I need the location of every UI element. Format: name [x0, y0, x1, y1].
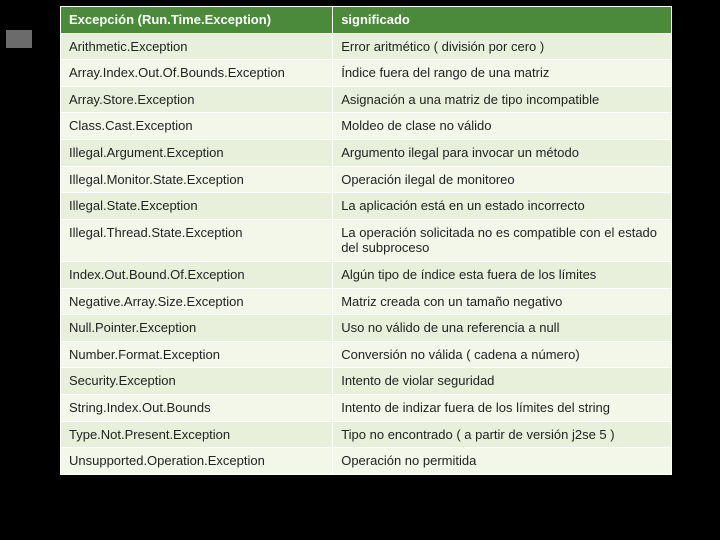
cell-meaning: Índice fuera del rango de una matriz [333, 60, 672, 87]
cell-exception: Array.Store.Exception [61, 86, 333, 113]
table-header-row: Excepción (Run.Time.Exception) significa… [61, 7, 672, 34]
cell-meaning: Error aritmético ( división por cero ) [333, 33, 672, 60]
table-row: Class.Cast.Exception Moldeo de clase no … [61, 113, 672, 140]
cell-exception: Negative.Array.Size.Exception [61, 288, 333, 315]
decorative-bar [6, 30, 32, 48]
table-row: Arithmetic.Exception Error aritmético ( … [61, 33, 672, 60]
cell-meaning: Uso no válido de una referencia a null [333, 315, 672, 342]
cell-meaning: Algún tipo de índice esta fuera de los l… [333, 261, 672, 288]
cell-exception: Class.Cast.Exception [61, 113, 333, 140]
header-meaning: significado [333, 7, 672, 34]
table-row: Illegal.State.Exception La aplicación es… [61, 193, 672, 220]
cell-exception: Unsupported.Operation.Exception [61, 448, 333, 475]
cell-exception: Type.Not.Present.Exception [61, 421, 333, 448]
table-row: Array.Index.Out.Of.Bounds.Exception Índi… [61, 60, 672, 87]
cell-meaning: Conversión no válida ( cadena a número) [333, 341, 672, 368]
table-row: Null.Pointer.Exception Uso no válido de … [61, 315, 672, 342]
table-row: Type.Not.Present.Exception Tipo no encon… [61, 421, 672, 448]
cell-exception: Illegal.State.Exception [61, 193, 333, 220]
cell-meaning: Matriz creada con un tamaño negativo [333, 288, 672, 315]
cell-exception: Security.Exception [61, 368, 333, 395]
table-row: Number.Format.Exception Conversión no vá… [61, 341, 672, 368]
slide: Excepción (Run.Time.Exception) significa… [0, 0, 720, 540]
cell-exception: Array.Index.Out.Of.Bounds.Exception [61, 60, 333, 87]
header-exception: Excepción (Run.Time.Exception) [61, 7, 333, 34]
cell-exception: String.Index.Out.Bounds [61, 394, 333, 421]
table-row: Illegal.Thread.State.Exception La operac… [61, 219, 672, 261]
cell-meaning: Argumento ilegal para invocar un método [333, 139, 672, 166]
table-row: Unsupported.Operation.Exception Operació… [61, 448, 672, 475]
exceptions-table: Excepción (Run.Time.Exception) significa… [60, 6, 672, 475]
cell-meaning: Moldeo de clase no válido [333, 113, 672, 140]
table-row: Illegal.Monitor.State.Exception Operació… [61, 166, 672, 193]
cell-exception: Null.Pointer.Exception [61, 315, 333, 342]
cell-meaning: Intento de indizar fuera de los límites … [333, 394, 672, 421]
cell-meaning: Asignación a una matriz de tipo incompat… [333, 86, 672, 113]
cell-exception: Arithmetic.Exception [61, 33, 333, 60]
cell-exception: Illegal.Argument.Exception [61, 139, 333, 166]
cell-meaning: Operación no permitida [333, 448, 672, 475]
table-row: String.Index.Out.Bounds Intento de indiz… [61, 394, 672, 421]
table-row: Array.Store.Exception Asignación a una m… [61, 86, 672, 113]
cell-exception: Index.Out.Bound.Of.Exception [61, 261, 333, 288]
cell-exception: Number.Format.Exception [61, 341, 333, 368]
cell-meaning: La operación solicitada no es compatible… [333, 219, 672, 261]
cell-exception: Illegal.Thread.State.Exception [61, 219, 333, 261]
cell-meaning: La aplicación está en un estado incorrec… [333, 193, 672, 220]
cell-meaning: Intento de violar seguridad [333, 368, 672, 395]
table-row: Index.Out.Bound.Of.Exception Algún tipo … [61, 261, 672, 288]
table-row: Security.Exception Intento de violar seg… [61, 368, 672, 395]
table-row: Illegal.Argument.Exception Argumento ile… [61, 139, 672, 166]
cell-meaning: Tipo no encontrado ( a partir de versión… [333, 421, 672, 448]
cell-meaning: Operación ilegal de monitoreo [333, 166, 672, 193]
table-row: Negative.Array.Size.Exception Matriz cre… [61, 288, 672, 315]
cell-exception: Illegal.Monitor.State.Exception [61, 166, 333, 193]
